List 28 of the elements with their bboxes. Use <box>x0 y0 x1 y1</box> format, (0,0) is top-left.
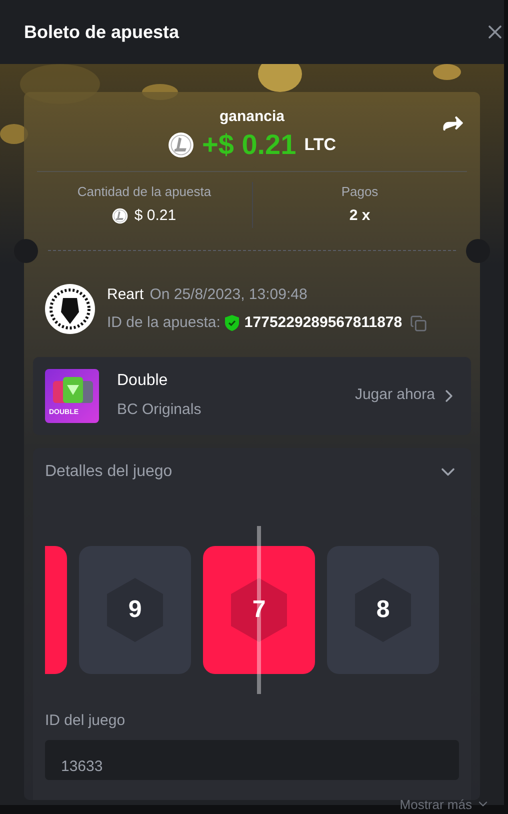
ticket-notch <box>466 238 490 262</box>
bet-id-label: ID de la apuesta: <box>107 313 220 333</box>
result-label: ganancia <box>219 107 285 127</box>
game-title: Double <box>117 371 169 392</box>
tile-number: 9 <box>128 594 142 624</box>
stat-label: Pagos <box>341 182 378 201</box>
stat-label: Cantidad de la apuesta <box>77 182 212 201</box>
field-label: ID del juego <box>45 710 126 730</box>
window-title: Boleto de apuesta <box>24 20 180 44</box>
ticket-notch <box>14 238 38 262</box>
tile-number: 7 <box>252 594 266 624</box>
avatar <box>45 284 95 334</box>
stat-value: $ 0.21 <box>134 206 176 226</box>
tile-number: 8 <box>376 594 390 624</box>
show-more-link[interactable]: Mostrar más <box>400 794 472 814</box>
stat-value: 2 x <box>349 206 370 226</box>
bet-id: 1775229289567811878 <box>244 313 402 333</box>
game-id-field[interactable]: 13633 <box>45 740 459 780</box>
details-header[interactable]: Detalles del juego <box>45 448 459 496</box>
username: Reart <box>107 284 144 304</box>
game-provider: BC Originals <box>117 400 202 420</box>
hexagon-icon <box>229 576 289 642</box>
coin-icon <box>112 208 128 224</box>
currency-label: LTC <box>304 134 336 156</box>
play-now-link[interactable]: Jugar ahora <box>354 384 435 407</box>
coin-icon <box>168 132 194 158</box>
win-amount: +$ 0.21 <box>202 130 296 158</box>
bet-date: On 25/8/2023, 13:09:48 <box>150 284 308 304</box>
